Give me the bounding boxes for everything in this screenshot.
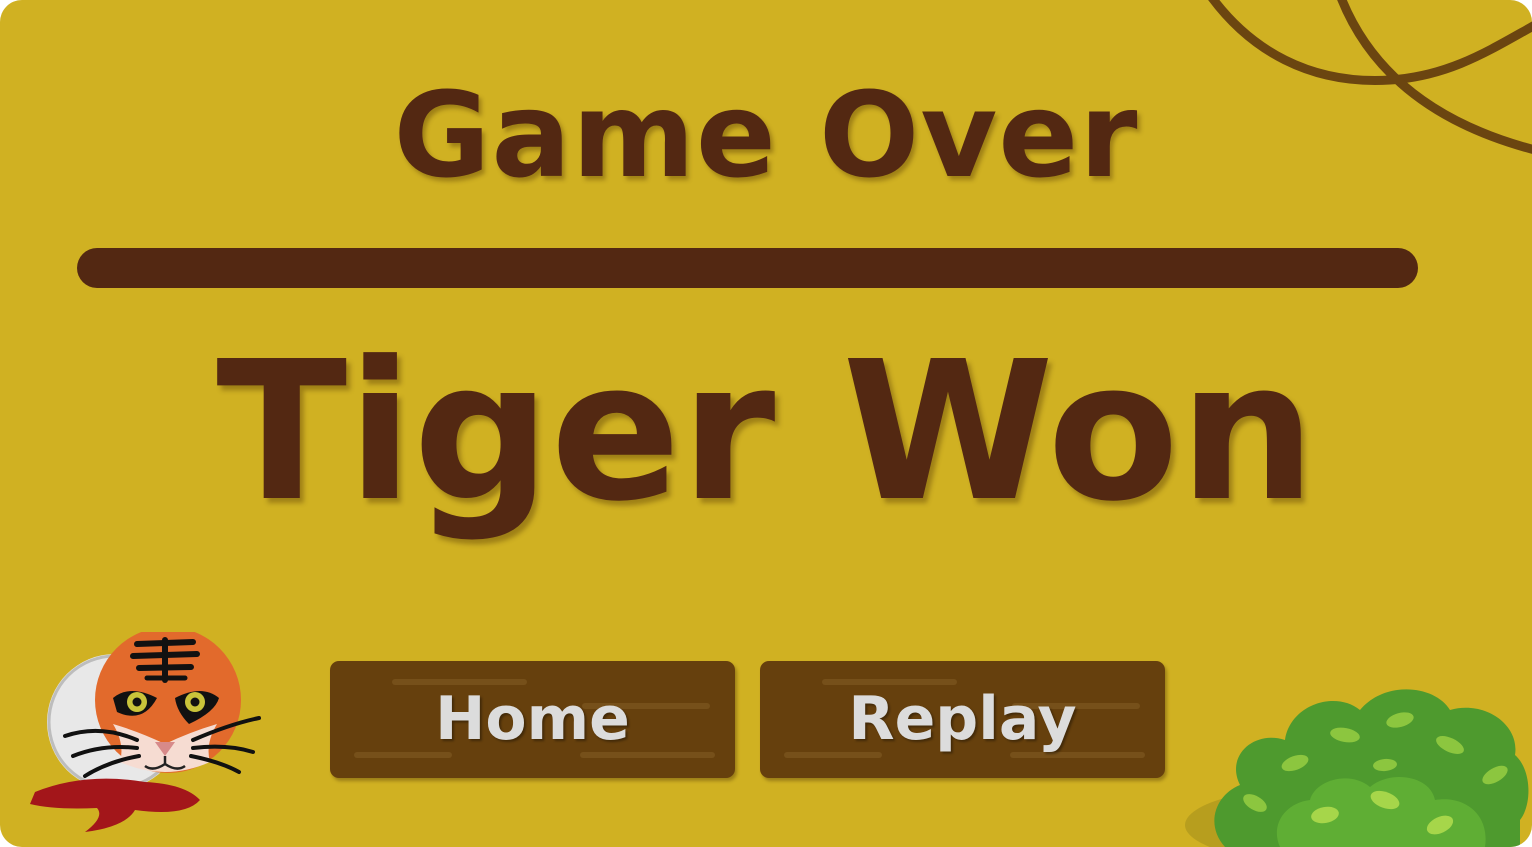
game-over-title: Game Over [393,66,1139,204]
tiger-face-icon [30,632,261,832]
home-button-label: Home [435,684,630,754]
replay-button-label: Replay [848,684,1077,754]
winner-text: Tiger Won [216,321,1316,544]
bush-decoration [1185,689,1529,847]
home-button[interactable]: Home [330,661,735,778]
replay-button[interactable]: Replay [760,661,1165,778]
title-divider [77,248,1418,288]
game-over-panel: Game Over Tiger Won Home Replay [0,0,1532,847]
